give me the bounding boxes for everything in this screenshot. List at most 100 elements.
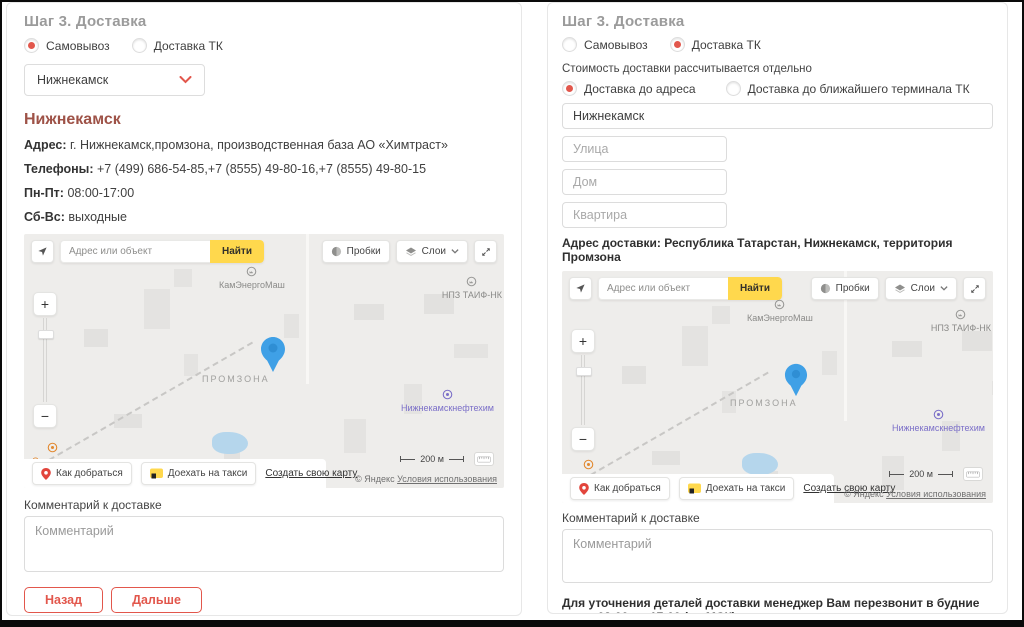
taxi-button[interactable]: Доехать на такси	[141, 462, 257, 485]
radio-pickup[interactable]: Самовывоз	[562, 37, 648, 52]
zoom-out-button[interactable]: −	[571, 427, 595, 451]
factory-icon	[219, 266, 285, 279]
layers-icon	[405, 246, 417, 258]
step-title: Шаг 3. Доставка	[562, 13, 993, 30]
taxi-button[interactable]: Доехать на такси	[679, 477, 795, 500]
map-pin[interactable]	[784, 363, 808, 403]
address-value: г. Нижнекамск,промзона, производственная…	[67, 138, 448, 152]
radio-delivery-tk-label: Доставка ТК	[692, 38, 761, 52]
cafe-icon	[32, 442, 72, 455]
radio-to-address-dot[interactable]	[562, 81, 577, 96]
delivery-address-line: Адрес доставки: Республика Татарстан, Ни…	[562, 236, 993, 264]
map-find-button[interactable]: Найти	[210, 240, 264, 263]
weekdays-line: Пн-Пт: 08:00-17:00	[24, 186, 504, 201]
back-button[interactable]: Назад	[24, 587, 103, 613]
comment-textarea[interactable]	[562, 529, 993, 583]
comment-textarea[interactable]	[24, 516, 504, 572]
ruler-button[interactable]	[474, 452, 494, 466]
poi-taif: НПЗ ТАИФ-НК	[931, 309, 991, 333]
manager-note: Для уточнения деталей доставки менеджер …	[562, 596, 993, 614]
taxi-icon	[688, 483, 701, 495]
radio-to-terminal[interactable]: Доставка до ближайшего терминала ТК	[726, 81, 970, 96]
map-pin[interactable]	[260, 336, 286, 379]
next-button[interactable]: Дальше	[111, 587, 202, 613]
yandex-map[interactable]: Найти Пробки Слои	[562, 271, 993, 503]
zoom-in-button[interactable]: +	[571, 329, 595, 353]
terms-link[interactable]: Условия использования	[397, 474, 497, 484]
map-search-input[interactable]	[598, 277, 728, 300]
factory-icon	[931, 309, 991, 322]
nav-buttons: Назад Дальше	[24, 587, 504, 613]
radio-to-address-label: Доставка до адреса	[584, 82, 696, 96]
radio-pickup-dot[interactable]	[562, 37, 577, 52]
radio-pickup-dot[interactable]	[24, 38, 39, 53]
factory-icon	[442, 276, 502, 289]
chevron-down-icon	[451, 249, 459, 254]
city-heading: Нижнекамск	[24, 111, 504, 129]
zoom-slider-track[interactable]	[43, 318, 47, 402]
phones-line: Телефоны: +7 (499) 686-54-85,+7 (8555) 4…	[24, 162, 504, 177]
map-find-button[interactable]: Найти	[728, 277, 782, 300]
radio-to-terminal-label: Доставка до ближайшего терминала ТК	[748, 82, 970, 96]
map-scale-value: 200 м	[909, 469, 933, 479]
cafe-icon	[568, 459, 608, 472]
ruler-icon	[477, 455, 491, 464]
city-select[interactable]: Нижнекамск	[24, 64, 205, 96]
poi-neftekhim: Нижнекамскнефтехим	[401, 389, 494, 413]
radio-to-terminal-dot[interactable]	[726, 81, 741, 96]
house-input[interactable]	[562, 169, 727, 195]
radio-delivery-tk[interactable]: Доставка ТК	[670, 37, 761, 52]
weekdays-label: Пн-Пт:	[24, 186, 64, 200]
traffic-button[interactable]: Пробки	[322, 240, 390, 263]
street-input[interactable]	[562, 136, 727, 162]
map-top-right-controls: Пробки Слои	[811, 277, 986, 300]
map-scale: 200 м	[400, 452, 494, 466]
delivery-target-radios: Доставка до адреса Доставка до ближайшег…	[562, 81, 993, 96]
route-button[interactable]: Как добраться	[32, 462, 132, 485]
poi-kamenergomash: КамЭнергоМаш	[747, 299, 813, 323]
company-icon	[401, 389, 494, 402]
map-marker-icon	[41, 468, 51, 480]
map-scale-value: 200 м	[420, 454, 444, 464]
fullscreen-button[interactable]	[474, 240, 497, 263]
poi-neftekhim: Нижнекамскнефтехим	[892, 409, 985, 433]
fullscreen-button[interactable]	[963, 277, 986, 300]
map-copyright: © Яндекс Условия использования	[355, 474, 497, 484]
radio-pickup-label: Самовывоз	[584, 38, 648, 52]
radio-delivery-tk-dot[interactable]	[670, 37, 685, 52]
map-marker-icon	[579, 483, 589, 495]
zoom-slider-handle[interactable]	[38, 330, 54, 339]
geolocation-button[interactable]	[569, 277, 592, 300]
create-map-link[interactable]: Создать свою карту	[265, 468, 357, 479]
radio-delivery-tk-dot[interactable]	[132, 38, 147, 53]
ruler-button[interactable]	[963, 467, 983, 481]
city-select-value: Нижнекамск	[37, 73, 108, 87]
radio-to-address[interactable]: Доставка до адреса	[562, 81, 696, 96]
zoom-slider-track[interactable]	[581, 355, 585, 425]
zoom-in-button[interactable]: +	[33, 292, 57, 316]
fullscreen-icon	[481, 247, 491, 257]
map-search-input[interactable]	[60, 240, 210, 263]
phones-label: Телефоны:	[24, 162, 94, 176]
apartment-input[interactable]	[562, 202, 727, 228]
route-button[interactable]: Как добраться	[570, 477, 670, 500]
geolocation-button[interactable]	[31, 240, 54, 263]
map-pond	[212, 432, 248, 454]
yandex-map[interactable]: Найти Пробки Слои	[24, 234, 504, 488]
zoom-controls: + −	[33, 292, 57, 428]
radio-delivery-tk[interactable]: Доставка ТК	[132, 38, 223, 53]
city-input[interactable]	[562, 103, 993, 129]
layers-button[interactable]: Слои	[396, 240, 468, 263]
traffic-button[interactable]: Пробки	[811, 277, 879, 300]
cost-note: Стоимость доставки рассчитывается отдель…	[562, 63, 993, 75]
radio-pickup[interactable]: Самовывоз	[24, 38, 110, 53]
page: Шаг 3. Доставка Самовывоз Доставка ТК Ни…	[0, 0, 1024, 627]
poi-taif: НПЗ ТАИФ-НК	[442, 276, 502, 300]
terms-link[interactable]: Условия использования	[886, 489, 986, 499]
geolocation-icon	[37, 246, 48, 257]
address-line: Адрес: г. Нижнекамск,промзона, производс…	[24, 138, 504, 153]
zoom-out-button[interactable]: −	[33, 404, 57, 428]
layers-button[interactable]: Слои	[885, 277, 957, 300]
zoom-slider-handle[interactable]	[576, 367, 592, 376]
layers-icon	[894, 283, 906, 295]
